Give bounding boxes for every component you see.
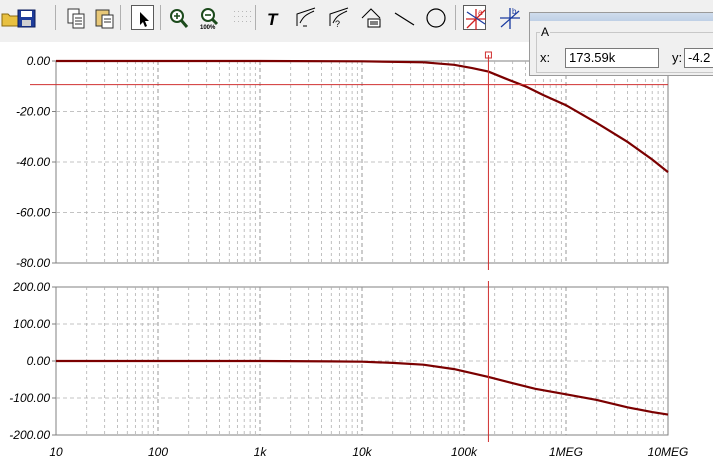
cursor-a-title: A (541, 25, 550, 39)
cursor-a-icon: a (466, 8, 486, 30)
grid-button[interactable] (231, 5, 254, 30)
y-tick-label: 0.00 (27, 354, 51, 368)
copy-button[interactable] (65, 5, 88, 30)
y-tick-label: 100.00 (13, 317, 50, 331)
toolbar-separator (120, 5, 121, 30)
cursor-a-button[interactable]: a (463, 5, 486, 30)
freehand-button[interactable] (294, 5, 317, 30)
zoom-in-icon (170, 9, 189, 28)
x-tick-label: 100k (451, 445, 478, 459)
x-tick-label: 1MEG (549, 445, 583, 459)
phase-panel: 200.00 100.00 0.00 -100.00 -200.00 (9, 280, 669, 442)
x-tick-label: 10k (352, 445, 372, 459)
zoom-100-icon: 100% (200, 8, 219, 30)
y-tick-label: -60.00 (16, 206, 50, 220)
cursor-readout-panel[interactable]: A x: 173.59k y: -4.2 (529, 12, 713, 76)
x-value-field[interactable]: 173.59k (565, 48, 659, 68)
paste-icon (95, 9, 114, 29)
pointer-arrow-icon (140, 12, 149, 27)
x-tick-label: 1k (254, 445, 268, 459)
zoom-100-glyph: 100% (200, 25, 216, 30)
paste-button[interactable] (93, 5, 116, 30)
line-icon (394, 12, 415, 26)
y-tick-label: 0.00 (27, 54, 51, 68)
svg-text:a: a (478, 8, 483, 17)
svg-text:?: ? (335, 19, 340, 29)
x-tick-label: 10 (49, 445, 63, 459)
zoom-100-button[interactable]: 100% (198, 5, 221, 30)
formula-icon (361, 8, 381, 28)
cursor-b-button[interactable]: b (498, 5, 521, 30)
save-disk-icon (17, 9, 36, 28)
toolbar-separator (455, 5, 456, 30)
select-pointer-button[interactable] (131, 5, 154, 30)
plot-area: 0.00-20.00-40.00-60.00-80.00200.00100.00… (9, 51, 689, 459)
curve-label-icon: ? (329, 7, 349, 29)
pen-curve-icon (296, 7, 316, 27)
panel-title-bar[interactable] (530, 13, 713, 21)
x-tick-label: 10MEG (648, 445, 689, 459)
formula-button[interactable] (360, 5, 383, 30)
zoom-in-button[interactable] (167, 5, 190, 30)
y-tick-label: -100.00 (9, 391, 50, 405)
y-value-field[interactable]: -4.2 (684, 48, 713, 68)
y-tick-label: -200.00 (9, 428, 50, 442)
grid-dots-icon (234, 11, 251, 22)
save-button[interactable] (15, 5, 38, 30)
svg-text:b: b (512, 7, 517, 16)
text-button[interactable]: T (263, 5, 286, 30)
x-tick-label: 100 (148, 445, 168, 459)
text-t-icon: T (267, 10, 279, 29)
curve-label-button[interactable]: ? (327, 5, 350, 30)
copy-icon (67, 8, 85, 29)
cursor-b-icon: b (500, 7, 520, 29)
y-tick-label: -20.00 (16, 105, 50, 119)
x-label: x: (540, 50, 551, 65)
magnitude-panel: 0.00 -20.00 -40.00 -60.00 -80.00 (16, 51, 669, 270)
y-label: y: (672, 50, 683, 65)
y-tick-label: 200.00 (12, 280, 50, 294)
y-tick-label: -40.00 (16, 155, 50, 169)
toolbar-separator (160, 5, 161, 30)
toolbar-separator (255, 5, 256, 30)
ellipse-button[interactable] (425, 5, 448, 30)
line-button[interactable] (393, 5, 416, 30)
y-tick-label: -80.00 (16, 256, 50, 270)
ellipse-icon (426, 8, 446, 28)
text-tool-glyph: T (267, 10, 279, 29)
toolbar-separator (55, 5, 56, 30)
